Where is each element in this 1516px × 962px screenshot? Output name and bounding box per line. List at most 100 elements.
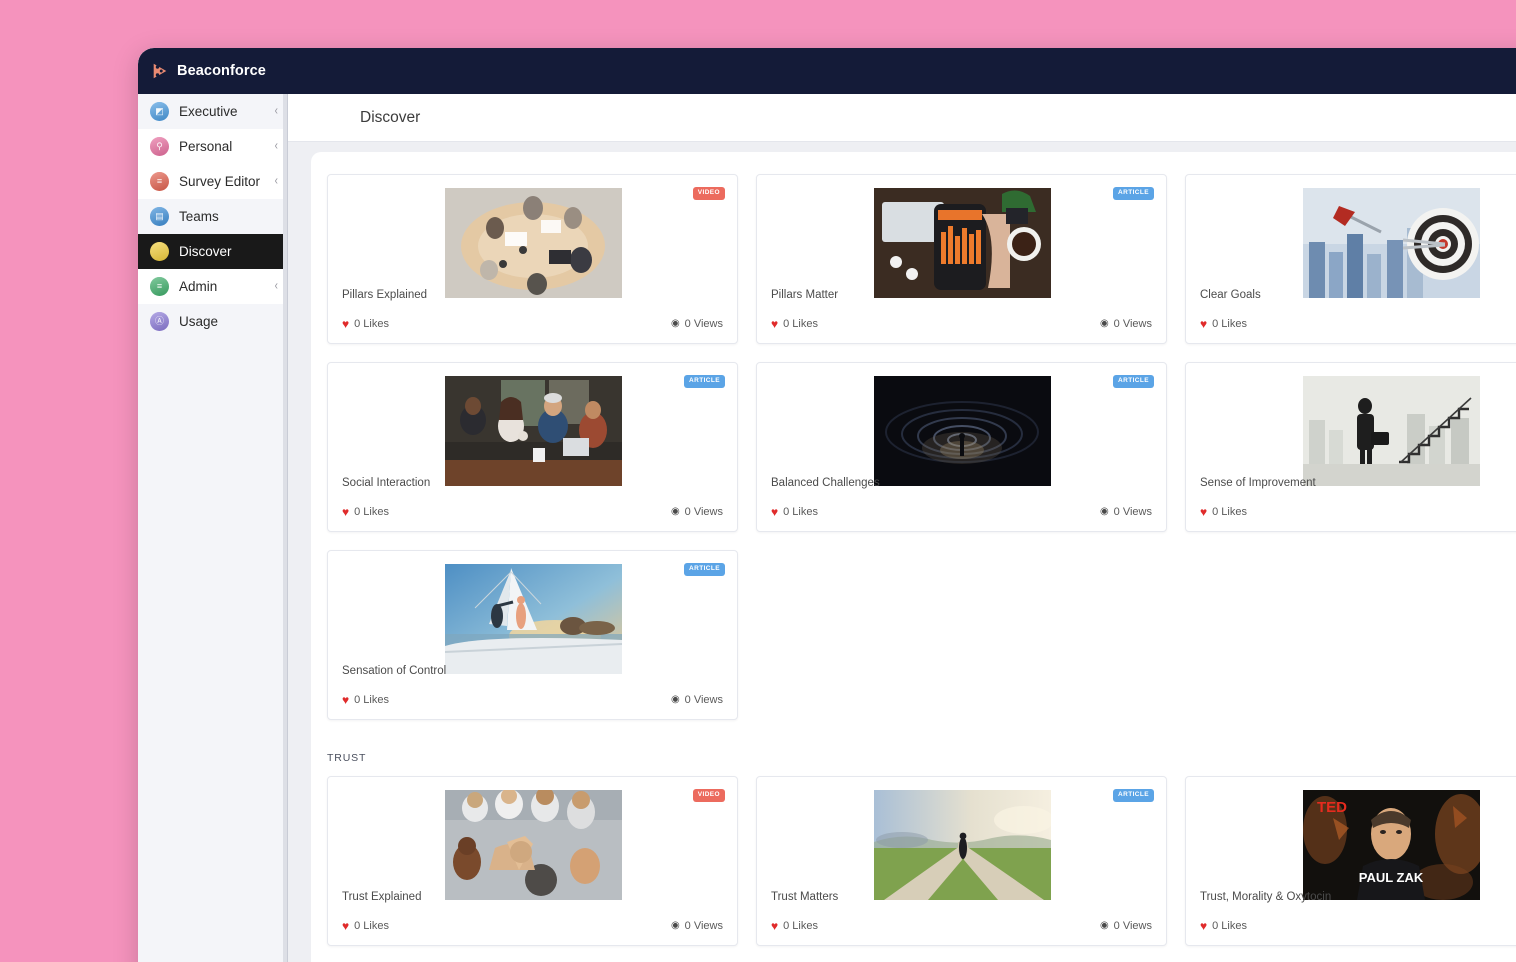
sidebar-item-personal[interactable]: ⚲ Personal ‹ — [138, 129, 287, 164]
content-card[interactable]: ARTICLE Trust Matters ♥ 0 Likes ◉ 0 Views — [756, 776, 1167, 946]
card-thumbnail — [874, 376, 1051, 486]
content-card[interactable]: ARTICLE Pillars Matter ♥ 0 Likes ◉ 0 Views — [756, 174, 1167, 344]
card-title: Trust, Morality & Oxytocin — [1200, 891, 1332, 903]
views-count: 0 Views — [684, 318, 723, 330]
card-meta: ♥ 0 Likes — [1200, 506, 1516, 518]
heart-icon: ♥ — [771, 505, 779, 519]
svg-text:TED: TED — [1317, 799, 1347, 816]
likes-group[interactable]: ♥ 0 Likes — [1200, 920, 1247, 932]
sidebar-item-executive[interactable]: ◩ Executive ‹ — [138, 94, 287, 129]
likes-count: 0 Likes — [354, 506, 389, 518]
eye-icon: ◉ — [670, 506, 680, 517]
content-card[interactable]: VIDEO Trust Explained ♥ 0 Likes ◉ 0 Views — [327, 776, 738, 946]
likes-group[interactable]: ♥ 0 Likes — [342, 694, 389, 706]
card-title: Pillars Explained — [342, 289, 428, 301]
likes-count: 0 Likes — [1212, 506, 1247, 518]
views-count: 0 Views — [1113, 506, 1152, 518]
card-thumbnail — [874, 188, 1051, 298]
heart-icon: ♥ — [342, 317, 350, 331]
sidebar-item-label: Usage — [179, 314, 219, 329]
sidebar-item-label: Teams — [179, 209, 219, 224]
likes-count: 0 Likes — [1212, 318, 1247, 330]
eye-icon: ◉ — [670, 318, 680, 329]
content-card[interactable]: ARTICLE Social Interaction ♥ 0 Likes ◉ 0 View… — [327, 362, 738, 532]
eye-icon: ◉ — [1099, 506, 1109, 517]
sidebar-item-usage[interactable]: Ⓐ Usage — [138, 304, 287, 339]
chevron-left-icon[interactable]: ‹ — [275, 280, 278, 294]
heart-icon: ♥ — [771, 919, 779, 933]
chart-circle-icon: ◩ — [150, 102, 169, 121]
views-count: 0 Views — [1113, 318, 1152, 330]
sidebar-item-admin[interactable]: ≡ Admin ‹ — [138, 269, 287, 304]
sidebar-item-discover[interactable]: Discover — [138, 234, 287, 269]
likes-group[interactable]: ♥ 0 Likes — [1200, 318, 1247, 330]
eye-icon: ◉ — [1099, 318, 1109, 329]
sidebar-item-survey-editor[interactable]: ≡ Survey Editor ‹ — [138, 164, 287, 199]
card-thumbnail — [874, 790, 1051, 900]
card-meta: ♥ 0 Likes ◉ 0 Views — [342, 694, 723, 706]
card-meta: ♥ 0 Likes — [1200, 920, 1516, 932]
card-thumbnail — [445, 188, 622, 298]
card-grid: VIDEO Pillars Explained ♥ 0 Likes ◉ 0 Views AR… — [311, 174, 1516, 720]
survey-circle-icon: ≡ — [150, 172, 169, 191]
eye-icon: ◉ — [670, 920, 680, 931]
likes-group[interactable]: ♥ 0 Likes — [771, 318, 818, 330]
brand-logo[interactable]: Beaconforce — [151, 62, 266, 80]
discover-circle-icon — [150, 242, 169, 261]
card-title: Sensation of Control — [342, 665, 447, 677]
likes-group[interactable]: ♥ 0 Likes — [342, 920, 389, 932]
likes-group[interactable]: ♥ 0 Likes — [771, 920, 818, 932]
views-group: ◉ 0 Views — [671, 694, 723, 706]
sidebar-item-label: Admin — [179, 279, 218, 294]
card-title: Pillars Matter — [771, 289, 839, 301]
sidebar-scrollbar[interactable] — [283, 94, 287, 962]
content-card[interactable]: Clear Goals ♥ 0 Likes — [1185, 174, 1516, 344]
sidebar-item-teams[interactable]: ▤ Teams — [138, 199, 287, 234]
content-card[interactable]: VIDEO Pillars Explained ♥ 0 Likes ◉ 0 Views — [327, 174, 738, 344]
likes-count: 0 Likes — [354, 318, 389, 330]
likes-count: 0 Likes — [354, 694, 389, 706]
card-title: Clear Goals — [1200, 289, 1261, 301]
likes-group[interactable]: ♥ 0 Likes — [342, 506, 389, 518]
card-type-badge: ARTICLE — [1113, 375, 1154, 388]
likes-group[interactable]: ♥ 0 Likes — [771, 506, 818, 518]
heart-icon: ♥ — [771, 317, 779, 331]
likes-group[interactable]: ♥ 0 Likes — [1200, 506, 1247, 518]
content-card[interactable]: Sense of Improvement ♥ 0 Likes — [1185, 362, 1516, 532]
chevron-left-icon[interactable]: ‹ — [275, 105, 278, 119]
content-card[interactable]: ARTICLE Balanced Challenges ♥ 0 Likes ◉ 0 Vie… — [756, 362, 1167, 532]
heart-icon: ♥ — [1200, 919, 1208, 933]
chevron-left-icon[interactable]: ‹ — [275, 175, 278, 189]
chevron-left-icon[interactable]: ‹ — [275, 140, 278, 154]
card-title: Trust Explained — [342, 891, 422, 903]
card-type-badge: VIDEO — [692, 187, 725, 200]
heart-icon: ♥ — [1200, 317, 1208, 331]
views-count: 0 Views — [684, 920, 723, 932]
card-type-badge: ARTICLE — [684, 375, 725, 388]
usage-circle-icon: Ⓐ — [150, 312, 169, 331]
card-type-badge: VIDEO — [692, 789, 725, 802]
page-title: Discover — [360, 108, 421, 126]
likes-group[interactable]: ♥ 0 Likes — [342, 318, 389, 330]
views-group: ◉ 0 Views — [671, 318, 723, 330]
likes-count: 0 Likes — [783, 506, 818, 518]
page-header: Discover — [288, 94, 1516, 142]
content-scroll-area[interactable]: VIDEO Pillars Explained ♥ 0 Likes ◉ 0 Views AR… — [288, 142, 1516, 962]
card-meta: ♥ 0 Likes ◉ 0 Views — [771, 318, 1152, 330]
views-group: ◉ 0 Views — [671, 920, 723, 932]
card-meta: ♥ 0 Likes — [1200, 318, 1516, 330]
views-group: ◉ 0 Views — [1100, 920, 1152, 932]
beacon-logo-icon — [151, 62, 169, 80]
card-type-badge: ARTICLE — [1113, 187, 1154, 200]
heart-icon: ♥ — [1200, 505, 1208, 519]
card-title: Balanced Challenges — [771, 477, 880, 489]
card-title: Social Interaction — [342, 477, 431, 489]
admin-circle-icon: ≡ — [150, 277, 169, 296]
content-card[interactable]: ARTICLE Sensation of Control ♥ 0 Likes ◉ 0 Vi… — [327, 550, 738, 720]
svg-text:PAUL ZAK: PAUL ZAK — [1359, 870, 1424, 885]
likes-count: 0 Likes — [354, 920, 389, 932]
heart-icon: ♥ — [342, 505, 350, 519]
card-thumbnail: TED PAUL ZAK — [1303, 790, 1480, 900]
content-card[interactable]: TED PAUL ZAK Trust, Morality & Oxytocin ♥ 0 … — [1185, 776, 1516, 946]
sidebar-item-label: Discover — [179, 244, 232, 259]
